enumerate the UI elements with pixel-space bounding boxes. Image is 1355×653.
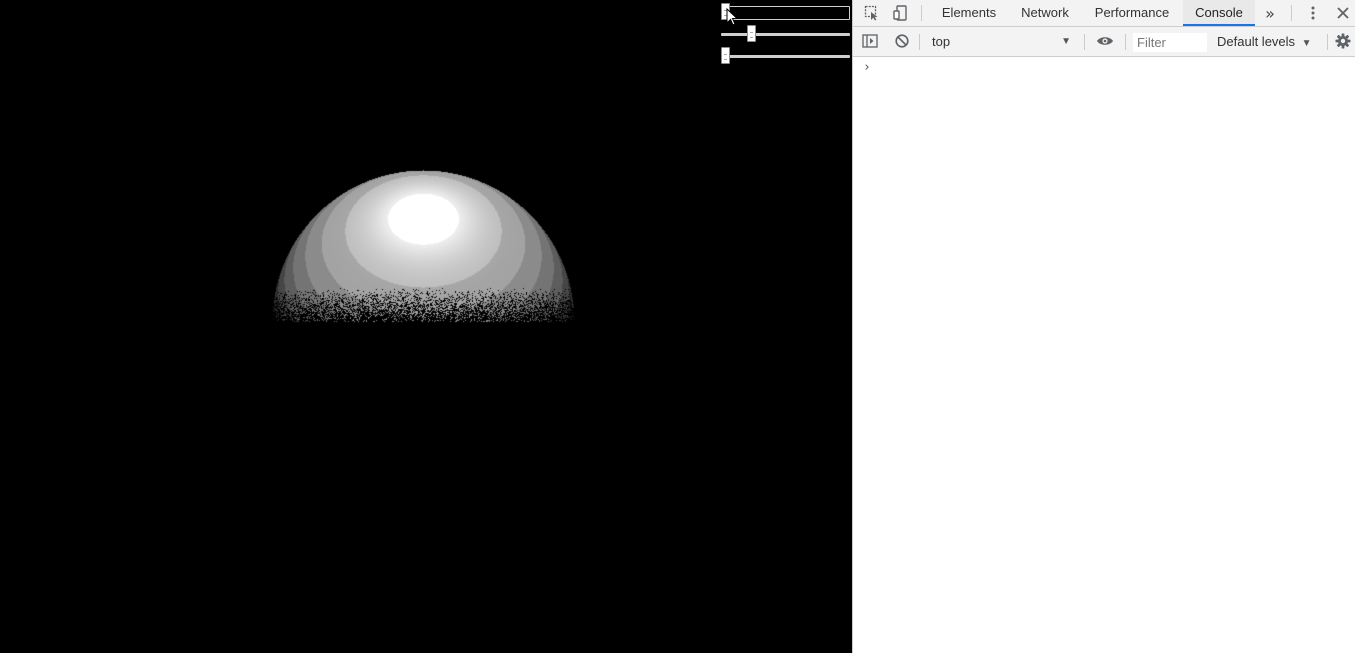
tab-console[interactable]: Console: [1183, 0, 1255, 26]
tab-performance[interactable]: Performance: [1086, 0, 1178, 26]
toolbar-divider: [1084, 34, 1085, 50]
log-levels-dropdown[interactable]: Default levels ▼: [1217, 32, 1312, 52]
page-viewport: [0, 0, 852, 653]
dropdown-arrow-icon: ▼: [1302, 38, 1312, 49]
shaded-hemisphere-canvas: [0, 0, 852, 653]
toolbar-divider: [1125, 34, 1126, 50]
log-levels-label: Default levels: [1217, 34, 1295, 49]
range-slider-3[interactable]: [721, 47, 850, 65]
toolbar-divider: [1291, 5, 1292, 21]
more-tabs-icon[interactable]: »: [1258, 2, 1282, 24]
slider-track: [721, 55, 850, 58]
range-slider-2[interactable]: [721, 25, 850, 43]
console-output[interactable]: ›: [853, 57, 1355, 653]
console-toolbar: top ▼ Default levels ▼: [853, 27, 1355, 57]
slider-track: [721, 6, 850, 20]
gear-icon[interactable]: [1331, 30, 1355, 52]
context-selector[interactable]: top ▼: [925, 32, 1077, 52]
devtools-panel: Elements Network Performance Console » t…: [852, 0, 1355, 653]
live-expression-icon[interactable]: [1093, 30, 1117, 52]
slider-track: [721, 33, 850, 36]
toolbar-divider: [1327, 34, 1328, 50]
toolbar-divider: [919, 34, 920, 50]
mouse-pointer-icon: [726, 8, 740, 28]
inspect-element-icon[interactable]: [860, 2, 884, 24]
context-value: top: [932, 34, 950, 49]
slider-thumb[interactable]: [747, 25, 756, 42]
dropdown-arrow-icon: ▼: [1061, 32, 1071, 52]
kebab-menu-icon[interactable]: [1301, 2, 1325, 24]
console-prompt[interactable]: ›: [863, 60, 871, 75]
more-tabs-label: »: [1265, 4, 1275, 23]
show-sidebar-icon[interactable]: [858, 30, 882, 52]
console-filter-input[interactable]: [1133, 33, 1207, 52]
tab-network[interactable]: Network: [1010, 0, 1080, 26]
slider-thumb[interactable]: [721, 47, 730, 64]
toolbar-divider: [921, 5, 922, 21]
clear-console-icon[interactable]: [890, 30, 914, 52]
device-toolbar-icon[interactable]: [889, 2, 913, 24]
devtools-main-toolbar: Elements Network Performance Console »: [853, 0, 1355, 27]
range-slider-1[interactable]: [721, 3, 850, 21]
tab-elements[interactable]: Elements: [933, 0, 1005, 26]
close-icon[interactable]: [1331, 2, 1355, 24]
